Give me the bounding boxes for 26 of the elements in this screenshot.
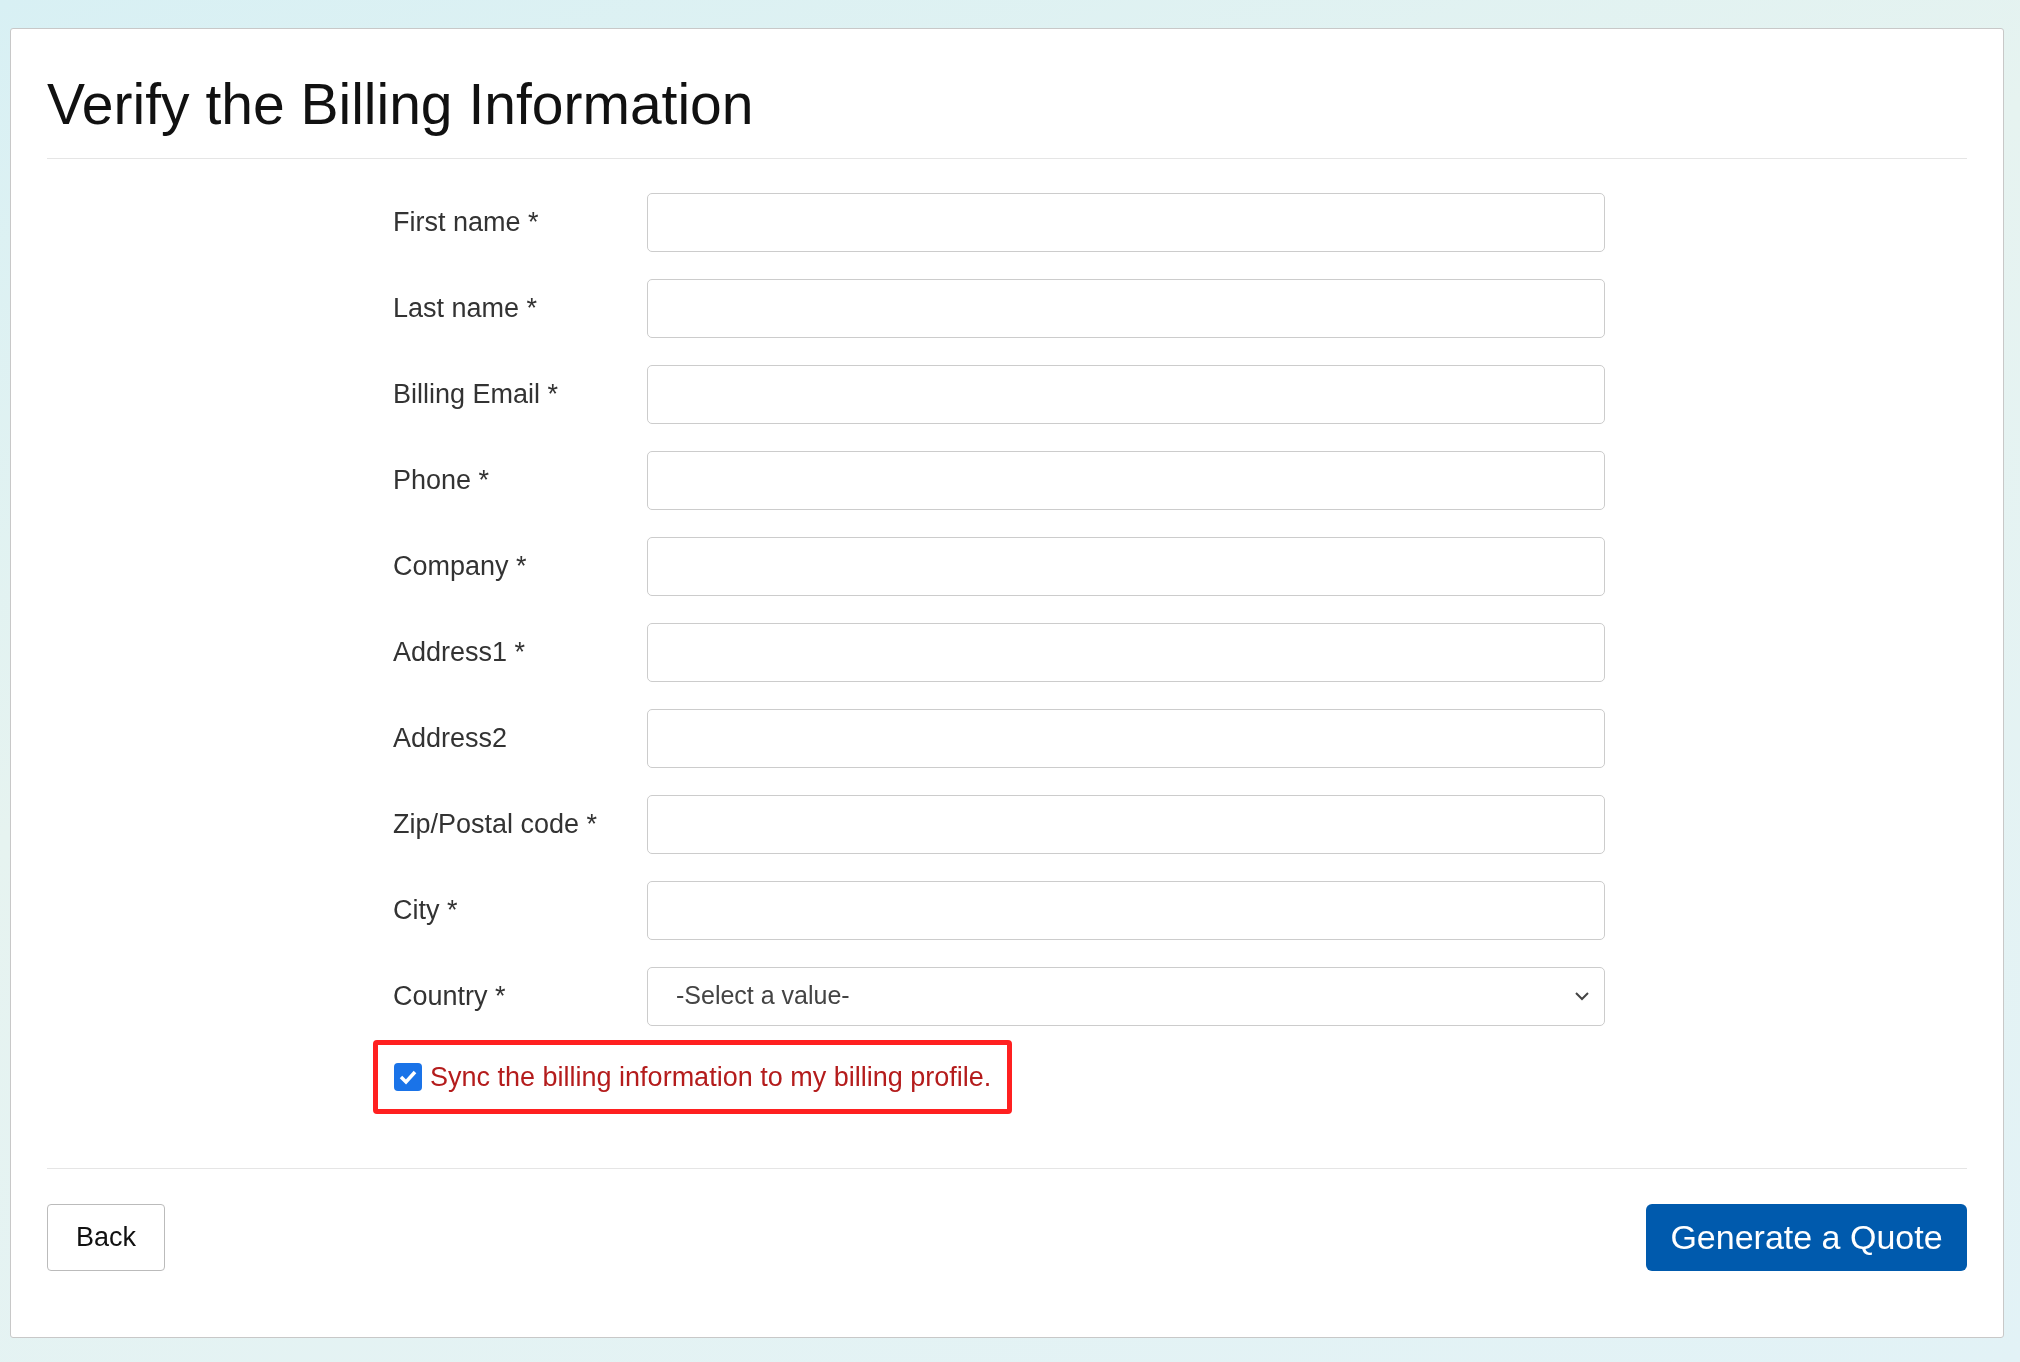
field-label: First name * [393, 205, 540, 239]
field-label: Country * [393, 979, 507, 1013]
text-field[interactable] [647, 536, 1605, 596]
text-field[interactable] [647, 278, 1605, 338]
field-label: Company * [393, 549, 528, 583]
text-field[interactable] [647, 364, 1605, 424]
field-label: Billing Email * [393, 377, 560, 411]
text-field[interactable] [647, 622, 1605, 682]
back-button[interactable]: Back [47, 1204, 165, 1272]
text-field[interactable] [647, 880, 1605, 940]
chevron-down-icon [1574, 991, 1590, 1002]
page-title: Verify the Billing Information [47, 73, 1967, 159]
field-label: Phone * [393, 463, 491, 497]
field-label: Last name * [393, 291, 539, 325]
text-field[interactable] [647, 708, 1605, 768]
field-label: City * [393, 893, 459, 927]
field-label: Zip/Postal code * [393, 807, 599, 841]
checkbox[interactable] [394, 1062, 422, 1091]
field-label: Address1 * [393, 635, 527, 669]
checkbox-label: Sync the billing information to my billing profile. [430, 1060, 992, 1094]
text-field[interactable] [647, 794, 1605, 854]
country-select[interactable]: -Select a value- [647, 966, 1605, 1026]
generate-quote-button[interactable]: Generate a Quote [1646, 1204, 1967, 1272]
text-field[interactable] [647, 192, 1605, 252]
field-label: Address2 [393, 721, 509, 755]
text-field[interactable] [647, 450, 1605, 510]
